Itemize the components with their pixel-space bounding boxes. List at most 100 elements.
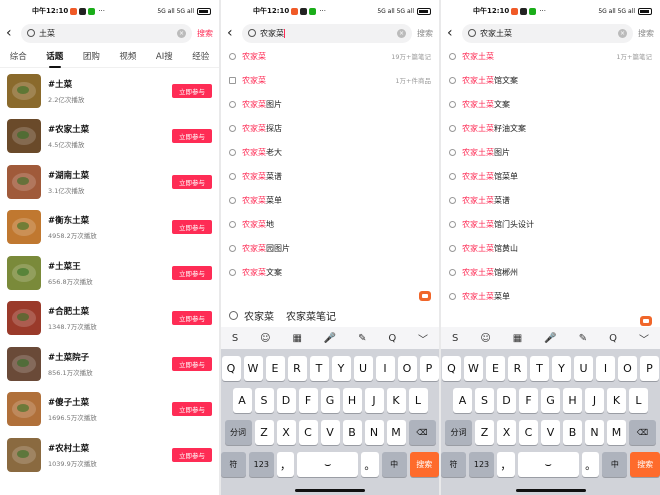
space-key[interactable]: ⌣ <box>517 452 579 477</box>
keyboard-tool-icon[interactable]: ﹀ <box>418 331 428 346</box>
suggestion-item[interactable]: 农家菜 菜谱 <box>221 164 439 188</box>
tab-item[interactable]: 视频 <box>119 50 136 62</box>
suggestion-item[interactable]: 农家土菜 1万+篇笔记 <box>441 44 660 68</box>
key-t[interactable]: T <box>309 356 329 381</box>
keyboard-tool-icon[interactable]: S <box>452 333 458 344</box>
key-c[interactable]: C <box>298 420 318 445</box>
backspace-key[interactable]: ⌫ <box>408 420 436 445</box>
key-s[interactable]: S <box>254 388 274 413</box>
back-icon[interactable]: ‹ <box>447 26 457 40</box>
suggestion-item[interactable]: 农家土菜 馆菜单 <box>441 164 660 188</box>
space-key[interactable]: ⌣ <box>297 452 359 477</box>
key-j[interactable]: J <box>364 388 384 413</box>
topic-row[interactable]: #傻子土菜 1696.5万次播放 立即参与 <box>0 387 219 433</box>
key-v[interactable]: V <box>541 420 560 445</box>
keyboard-tool-icon[interactable]: 🎤 <box>544 333 556 344</box>
key-m[interactable]: M <box>607 420 626 445</box>
keyboard-tool-icon[interactable]: ▦ <box>513 333 522 344</box>
key-b[interactable]: B <box>563 420 582 445</box>
key-y[interactable]: Y <box>552 356 571 381</box>
tab-item[interactable]: 话题 <box>46 50 63 68</box>
keyboard-tool-icon[interactable]: 🎤 <box>324 333 336 344</box>
keyboard-tool-icon[interactable]: ✎ <box>358 333 366 344</box>
suggestion-item[interactable]: 农家菜 菜单 <box>221 188 439 212</box>
tab-item[interactable]: 综合 <box>10 50 27 62</box>
suggestion-item[interactable]: 农家菜地 <box>221 212 439 236</box>
suggestion-item[interactable]: 农家菜 文案 <box>221 260 439 284</box>
keyboard-tool-icon[interactable]: S <box>232 333 238 344</box>
floating-assistant-icon[interactable] <box>640 316 652 326</box>
key-n[interactable]: N <box>364 420 384 445</box>
key-k[interactable]: K <box>607 388 626 413</box>
join-button[interactable]: 立即参与 <box>172 220 212 235</box>
join-button[interactable]: 立即参与 <box>172 356 212 371</box>
key-f[interactable]: F <box>519 388 538 413</box>
back-icon[interactable]: ‹ <box>6 26 16 40</box>
comma-key[interactable]: ， <box>497 452 515 477</box>
key-q[interactable]: Q <box>442 356 461 381</box>
period-key[interactable]: 。 <box>361 452 379 477</box>
search-query[interactable]: 土菜 <box>39 28 177 39</box>
topic-row[interactable]: #衡东土菜 4958.2万次播放 立即参与 <box>0 205 219 251</box>
search-button[interactable]: 搜索 <box>197 28 213 39</box>
key-d[interactable]: D <box>497 388 516 413</box>
topic-row[interactable]: #土菜院子 856.1万次播放 立即参与 <box>0 341 219 387</box>
topic-row[interactable]: #合肥土菜 1348.7万次播放 立即参与 <box>0 296 219 342</box>
suggestion-item[interactable]: 农家土菜 菜谱 <box>441 188 660 212</box>
join-button[interactable]: 立即参与 <box>172 311 212 326</box>
key-g[interactable]: G <box>541 388 560 413</box>
keyboard-tool-icon[interactable]: Q <box>609 333 617 344</box>
suggestion-item[interactable]: 农家菜 探店 <box>221 116 439 140</box>
key-u[interactable]: U <box>353 356 373 381</box>
period-key[interactable]: 。 <box>581 452 600 477</box>
key-w[interactable]: W <box>243 356 263 381</box>
language-key[interactable]: 中 <box>381 452 407 477</box>
keyboard-tool-icon[interactable]: ▦ <box>292 333 301 344</box>
join-button[interactable]: 立即参与 <box>172 265 212 280</box>
key-p[interactable]: P <box>640 356 659 381</box>
keyboard-tool-icon[interactable]: ﹀ <box>639 331 649 346</box>
suggestion-item[interactable]: 农家菜 老大 <box>221 140 439 164</box>
suggestion-item[interactable]: 农家土菜 籽油文案 <box>441 116 660 140</box>
suggestion-item[interactable]: 农家土菜 文案 <box>441 92 660 116</box>
key-h[interactable]: H <box>342 388 362 413</box>
key-j[interactable]: J <box>585 388 604 413</box>
key-o[interactable]: O <box>618 356 637 381</box>
key-i[interactable]: I <box>596 356 615 381</box>
symbol-key[interactable]: 符 <box>441 452 467 477</box>
search-button[interactable]: 搜索 <box>638 28 654 39</box>
fenci-key[interactable]: 分词 <box>224 420 252 445</box>
suggestion-item[interactable]: 农家菜 图片 <box>221 92 439 116</box>
language-key[interactable]: 中 <box>602 452 628 477</box>
key-x[interactable]: X <box>276 420 296 445</box>
search-button[interactable]: 搜索 <box>417 28 433 39</box>
keyboard-tool-icon[interactable]: ☺ <box>480 333 490 344</box>
join-button[interactable]: 立即参与 <box>172 83 212 98</box>
key-e[interactable]: E <box>486 356 505 381</box>
key-s[interactable]: S <box>475 388 494 413</box>
candidate-word[interactable]: 农家菜笔记 <box>286 308 336 323</box>
number-key[interactable]: 123 <box>469 452 495 477</box>
back-icon[interactable]: ‹ <box>227 26 237 40</box>
key-k[interactable]: K <box>386 388 406 413</box>
tab-item[interactable]: 团购 <box>83 50 100 62</box>
key-e[interactable]: E <box>265 356 285 381</box>
join-button[interactable]: 立即参与 <box>172 129 212 144</box>
search-input[interactable]: 土菜 × <box>21 23 192 43</box>
join-button[interactable]: 立即参与 <box>172 447 212 462</box>
key-a[interactable]: A <box>453 388 472 413</box>
search-query[interactable]: 农家土菜 <box>480 28 618 39</box>
key-o[interactable]: O <box>397 356 417 381</box>
keyboard-tool-icon[interactable]: Q <box>388 333 396 344</box>
topic-row[interactable]: #湖南土菜 3.1亿次播放 立即参与 <box>0 159 219 205</box>
suggestion-item[interactable]: 农家菜 19万+篇笔记 <box>221 44 439 68</box>
backspace-key[interactable]: ⌫ <box>629 420 656 445</box>
key-z[interactable]: Z <box>475 420 494 445</box>
search-input[interactable]: 农家菜 × <box>242 23 412 43</box>
suggestion-item[interactable]: 农家土菜 图片 <box>441 140 660 164</box>
key-z[interactable]: Z <box>254 420 274 445</box>
key-a[interactable]: A <box>232 388 252 413</box>
key-c[interactable]: C <box>519 420 538 445</box>
key-b[interactable]: B <box>342 420 362 445</box>
topic-row[interactable]: #农村土菜 1039.9万次播放 立即参与 <box>0 432 219 478</box>
